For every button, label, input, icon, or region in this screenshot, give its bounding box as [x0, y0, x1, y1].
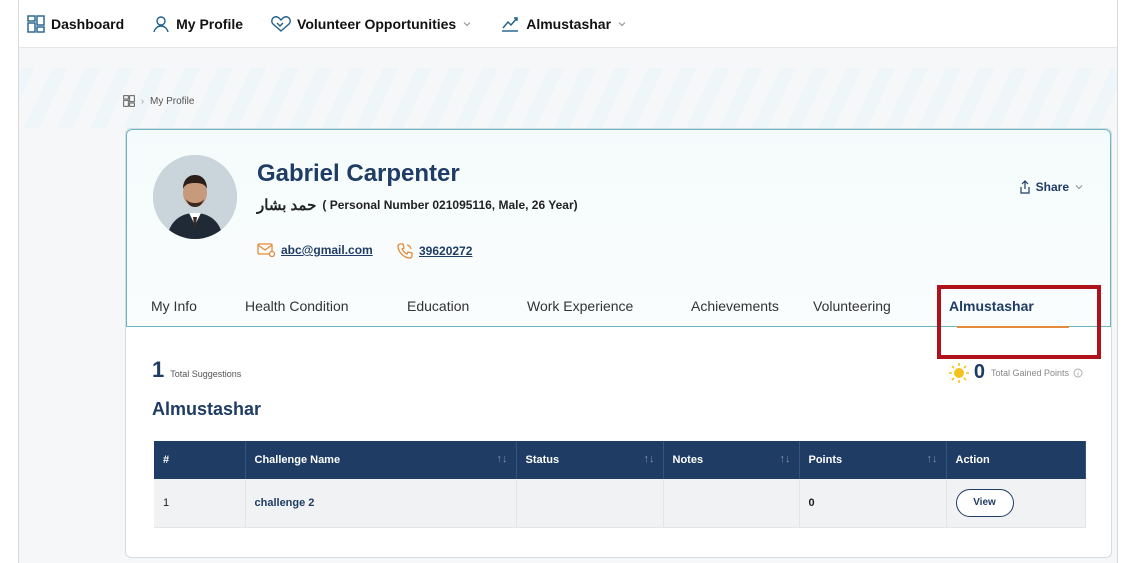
total-suggestions: 1 Total Suggestions: [152, 357, 241, 383]
info-icon[interactable]: [1073, 368, 1083, 378]
share-button[interactable]: Share: [1019, 180, 1084, 194]
suggestions-table: # Challenge Name ↑↓ Status ↑↓ Notes ↑↓ Poin…: [154, 441, 1086, 528]
cell-status: [516, 479, 664, 528]
profile-name: Gabriel Carpenter: [257, 160, 460, 187]
breadcrumb-separator: ›: [141, 96, 144, 106]
col-points[interactable]: Points ↑↓: [799, 441, 947, 479]
total-gained-points: 0 Total Gained Points: [948, 361, 1083, 384]
top-navigation: Dashboard My Profile Volunteer Opportuni…: [19, 0, 1117, 48]
email-text: abc@gmail.com: [281, 243, 373, 257]
sort-icon[interactable]: ↑↓: [644, 453, 655, 465]
share-label: Share: [1035, 180, 1069, 194]
tab-achievements[interactable]: Achievements: [691, 298, 813, 314]
profile-tabs: My Info Health Condition Education Work …: [151, 298, 1034, 314]
nav-dashboard[interactable]: Dashboard: [27, 14, 125, 33]
section-title: Almustashar: [152, 399, 262, 419]
col-notes[interactable]: Notes ↑↓: [663, 441, 800, 479]
nav-volunteer-opportunities[interactable]: Volunteer Opportunities: [271, 15, 472, 33]
phone-text: 39620272: [419, 244, 473, 258]
tab-volunteering[interactable]: Volunteering: [813, 298, 949, 314]
chevron-down-icon: [1075, 185, 1083, 190]
cell-points: 0: [799, 479, 947, 528]
share-icon: [1020, 180, 1030, 194]
handshake-icon: [271, 15, 291, 32]
cell-notes: [663, 479, 800, 528]
cell-action: View: [946, 479, 1086, 528]
table-row: 1 challenge 2 0 View: [154, 479, 1086, 528]
sun-coin-icon: [948, 362, 969, 383]
nav-dashboard-label: Dashboard: [51, 15, 125, 32]
table-header-row: # Challenge Name ↑↓ Status ↑↓ Notes ↑↓ Poin…: [154, 441, 1086, 479]
mail-icon: [257, 243, 275, 257]
col-action: Action: [946, 441, 1086, 479]
breadcrumb-current: My Profile: [150, 95, 195, 107]
avatar: [153, 155, 237, 239]
nav-almustashar-label: Almustashar: [526, 15, 612, 32]
gained-points-label: Total Gained Points: [990, 367, 1069, 378]
phone-link[interactable]: 39620272: [397, 243, 472, 259]
profile-details: حمد بشار ( Personal Number 021095116, Ma…: [257, 196, 578, 214]
cell-index: 1: [154, 479, 246, 528]
total-suggestions-count: 1: [152, 357, 165, 382]
tab-work-experience[interactable]: Work Experience: [527, 298, 691, 314]
nav-almustashar[interactable]: Almustashar: [500, 15, 627, 33]
highlight-annotation-box: [937, 285, 1101, 359]
tab-my-info[interactable]: My Info: [151, 298, 245, 314]
dashboard-icon[interactable]: [123, 95, 135, 107]
sort-icon[interactable]: ↑↓: [780, 453, 791, 465]
col-index: #: [154, 441, 246, 479]
chevron-down-icon: [618, 21, 626, 26]
user-icon: [153, 15, 169, 32]
nav-my-profile-label: My Profile: [176, 15, 244, 32]
breadcrumb: › My Profile: [123, 95, 194, 107]
phone-icon: [397, 243, 413, 259]
col-challenge-name[interactable]: Challenge Name ↑↓: [245, 441, 517, 479]
chart-trend-icon: [502, 16, 519, 32]
gained-points-count: 0: [973, 361, 985, 383]
profile-personal-info: ( Personal Number 021095116, Male, 26 Ye…: [322, 198, 578, 212]
view-button[interactable]: View: [955, 488, 1014, 517]
sort-icon[interactable]: ↑↓: [497, 453, 508, 465]
tab-education[interactable]: Education: [407, 298, 527, 314]
total-suggestions-label: Total Suggestions: [170, 369, 242, 379]
tab-health-condition[interactable]: Health Condition: [245, 298, 407, 314]
col-status[interactable]: Status ↑↓: [516, 441, 664, 479]
email-link[interactable]: abc@gmail.com: [257, 243, 373, 257]
profile-arabic-name: حمد بشار: [257, 197, 317, 214]
nav-volunteer-label: Volunteer Opportunities: [297, 15, 457, 32]
dashboard-icon: [27, 14, 45, 33]
sort-icon[interactable]: ↑↓: [927, 453, 938, 465]
chevron-down-icon: [463, 21, 471, 26]
nav-my-profile[interactable]: My Profile: [152, 15, 243, 33]
cell-challenge-name[interactable]: challenge 2: [245, 479, 517, 528]
app-frame: Dashboard My Profile Volunteer Opportuni…: [18, 0, 1118, 563]
